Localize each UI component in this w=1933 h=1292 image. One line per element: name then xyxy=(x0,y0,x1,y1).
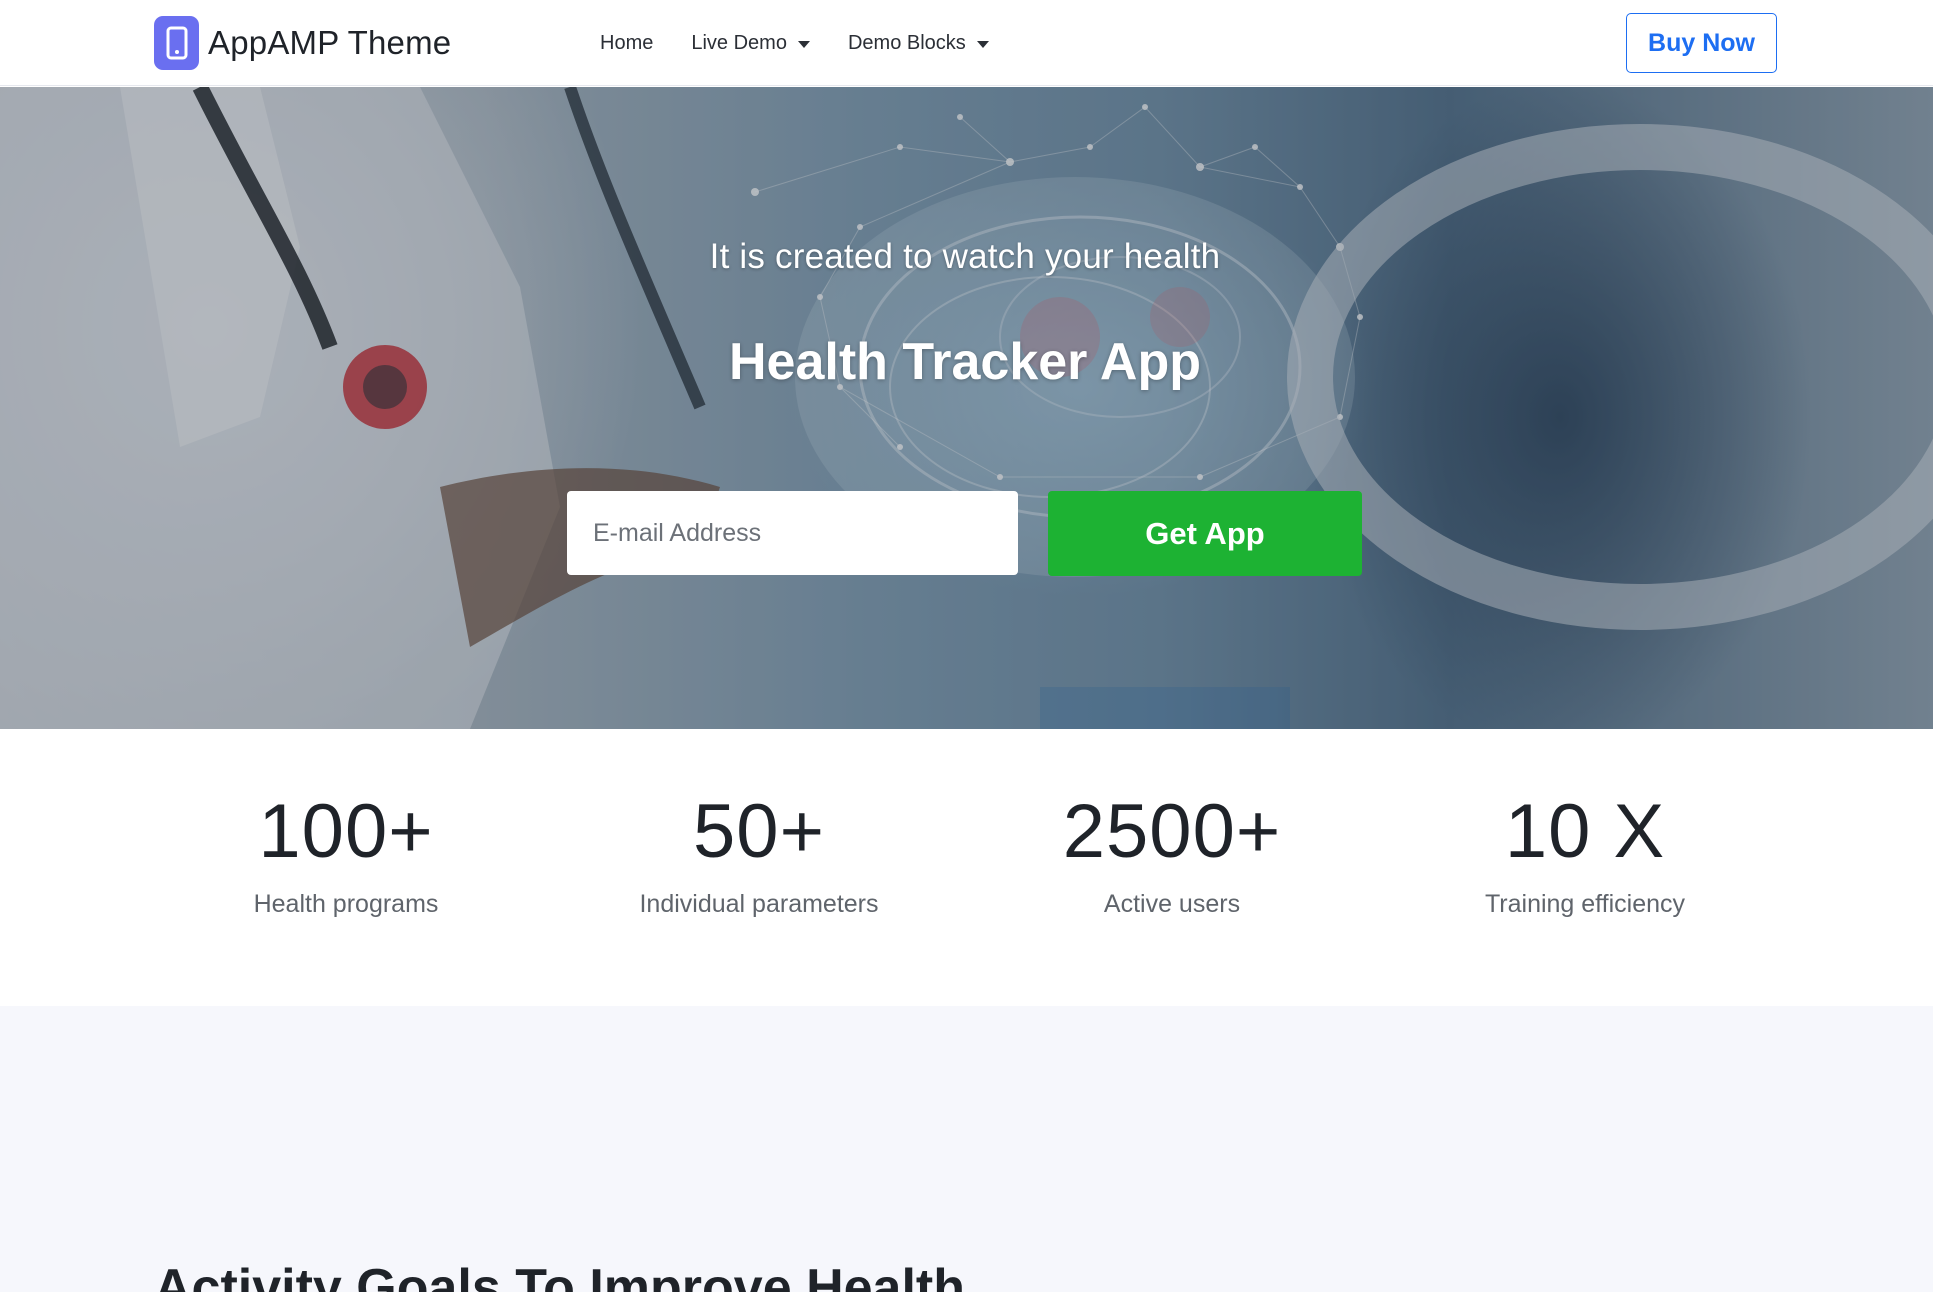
brand-name: AppAMP Theme xyxy=(208,24,452,61)
stat-value: 50+ xyxy=(693,789,825,874)
nav-link-label: Home xyxy=(600,31,654,54)
hero-overlay xyxy=(0,87,1933,729)
main-nav: Home Live Demo Demo Blocks xyxy=(600,0,1027,86)
nav-live-demo-dropdown[interactable]: Live Demo xyxy=(691,32,810,55)
stat-label: Individual parameters xyxy=(639,890,879,918)
get-app-button[interactable]: Get App xyxy=(1048,491,1362,576)
stat-item: 50+ Individual parameters xyxy=(559,794,959,919)
stat-value: 100+ xyxy=(258,789,434,874)
stat-item: 100+ Health programs xyxy=(146,794,546,919)
stat-label: Health programs xyxy=(253,890,439,918)
buy-now-button[interactable]: Buy Now xyxy=(1626,13,1777,73)
stat-value: 2500+ xyxy=(1062,789,1282,874)
nav-link-label: Live Demo xyxy=(691,31,787,54)
email-input[interactable] xyxy=(567,491,1018,575)
nav-link-label: Demo Blocks xyxy=(847,31,966,54)
caret-down-icon xyxy=(976,40,989,48)
brand-link[interactable]: AppAMP Theme xyxy=(154,16,451,70)
nav-demo-blocks-dropdown[interactable]: Demo Blocks xyxy=(848,32,989,55)
smartphone-icon xyxy=(154,16,199,70)
hero-title: Health Tracker App xyxy=(728,333,1201,391)
hero-subtitle: It is created to watch your health xyxy=(709,237,1221,276)
features-section: Activity Goals To Improve Health xyxy=(0,1006,1933,1292)
section-heading: Activity Goals To Improve Health xyxy=(154,1259,966,1292)
hero-section: It is created to watch your health Healt… xyxy=(0,87,1933,729)
stat-label: Training efficiency xyxy=(1484,890,1686,918)
stat-item: 2500+ Active users xyxy=(972,794,1372,919)
stats-section: 100+ Health programs 50+ Individual para… xyxy=(0,729,1933,1006)
nav-home-link[interactable]: Home xyxy=(600,32,653,55)
stat-label: Active users xyxy=(1103,890,1241,918)
top-navbar: AppAMP Theme Home Live Demo Demo Blocks … xyxy=(0,0,1933,86)
caret-down-icon xyxy=(797,40,810,48)
stat-item: 10 X Training efficiency xyxy=(1385,794,1785,919)
stat-value: 10 X xyxy=(1504,789,1666,874)
